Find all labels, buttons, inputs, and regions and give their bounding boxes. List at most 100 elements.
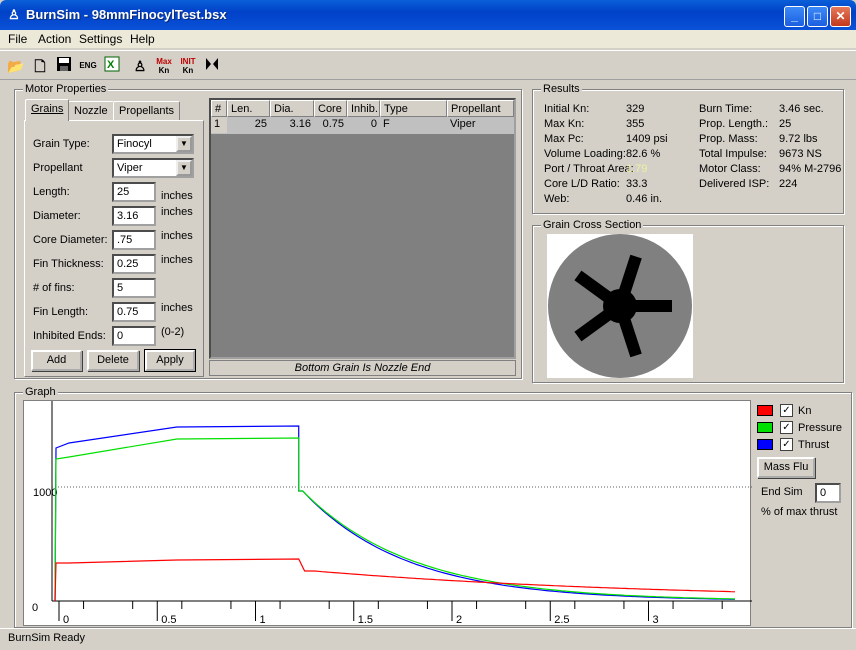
grain-type-select[interactable]: Finocyl ▼ bbox=[112, 134, 194, 154]
menu-file[interactable]: File bbox=[8, 32, 27, 46]
fins-label: # of fins: bbox=[33, 282, 75, 294]
apply-button[interactable]: Apply bbox=[144, 349, 196, 372]
y-tick-label: 0 bbox=[32, 602, 38, 614]
result-value: 9673 NS bbox=[779, 148, 822, 160]
result-label: Port / Throat Area: bbox=[544, 163, 634, 175]
menu-bar: File Action Settings Help bbox=[0, 30, 856, 48]
pressure-checkbox[interactable]: ✓ bbox=[780, 421, 793, 434]
menu-settings[interactable]: Settings bbox=[79, 32, 122, 46]
graph-svg: 1000 0 0 0.5 1 1.5 2 2.5 3 bbox=[32, 401, 752, 626]
col-header-len[interactable]: Len. bbox=[227, 100, 270, 117]
grain-type-value: Finocyl bbox=[117, 138, 152, 150]
x-tick-label: 1 bbox=[260, 614, 266, 626]
mass-flux-button[interactable]: Mass Flu bbox=[757, 457, 815, 478]
init-kn-button[interactable]: INIT Kn bbox=[178, 56, 198, 76]
nozzle-icon[interactable] bbox=[202, 56, 222, 76]
result-label: Max Kn: bbox=[544, 118, 585, 130]
propellant-select[interactable]: Viper ▼ bbox=[112, 158, 194, 178]
col-header-propellant[interactable]: Propellant bbox=[447, 100, 514, 117]
result-label: Max Pc: bbox=[544, 133, 584, 145]
fin-thickness-input[interactable]: 0.25 bbox=[112, 254, 156, 274]
fin-thickness-label: Fin Thickness: bbox=[33, 258, 104, 270]
table-row[interactable]: 1 25 3.16 0.75 0 F Viper bbox=[211, 117, 514, 134]
max-kn-button[interactable]: Max Kn bbox=[154, 56, 174, 76]
maximize-button[interactable]: □ bbox=[807, 6, 828, 27]
x-tick-label: 0 bbox=[63, 614, 69, 626]
inhibited-ends-input[interactable]: 0 bbox=[112, 326, 156, 346]
end-sim-input[interactable]: 0 bbox=[815, 483, 841, 503]
add-button[interactable]: Add bbox=[31, 350, 82, 371]
close-button[interactable]: ✕ bbox=[830, 6, 851, 27]
grain-type-label: Grain Type: bbox=[33, 138, 90, 150]
col-header-inhib[interactable]: Inhib. bbox=[347, 100, 380, 117]
result-value: 224 bbox=[779, 178, 798, 190]
col-header-core[interactable]: Core bbox=[314, 100, 347, 117]
status-bar: BurnSim Ready bbox=[0, 628, 856, 650]
toolbar: 📂 🗋 ENG X ♙ Max Kn INIT Kn bbox=[0, 50, 856, 80]
result-value: 82.6 % bbox=[626, 148, 661, 160]
svg-text:X: X bbox=[107, 59, 115, 71]
table-footer-note: Bottom Grain Is Nozzle End bbox=[209, 360, 516, 376]
end-sim-label: End Sim bbox=[761, 486, 803, 498]
result-value: 1409 psi bbox=[626, 133, 668, 145]
menu-action[interactable]: Action bbox=[38, 32, 71, 46]
result-value: 94% M-2796 bbox=[779, 163, 842, 175]
fin-length-input[interactable]: 0.75 bbox=[112, 302, 156, 322]
core-diameter-label: Core Diameter: bbox=[33, 234, 108, 246]
fins-input[interactable]: 5 bbox=[112, 278, 156, 298]
tab-grains[interactable]: Grains bbox=[25, 99, 70, 121]
new-file-icon[interactable]: 🗋 bbox=[30, 56, 50, 76]
result-value: 355 bbox=[626, 118, 645, 130]
kn-color-swatch bbox=[757, 405, 773, 416]
thrust-checkbox[interactable]: ✓ bbox=[780, 438, 793, 451]
max-kn-top: Max bbox=[156, 57, 172, 66]
status-text: BurnSim Ready bbox=[8, 632, 86, 644]
diameter-input[interactable]: 3.16 bbox=[112, 206, 156, 226]
eng-button[interactable]: ENG bbox=[78, 56, 98, 76]
col-header-type[interactable]: Type bbox=[380, 100, 447, 117]
window-title: BurnSim - 98mmFinocylTest.bsx bbox=[26, 7, 227, 22]
result-label: Core L/D Ratio: bbox=[544, 178, 620, 190]
cross-section-svg bbox=[548, 234, 692, 378]
x-tick-label: 3 bbox=[653, 614, 659, 626]
diameter-label: Diameter: bbox=[33, 210, 81, 222]
motor-icon[interactable]: ♙ bbox=[130, 56, 150, 76]
propellant-value: Viper bbox=[117, 162, 143, 174]
propellant-label: Propellant bbox=[33, 162, 83, 174]
open-folder-icon[interactable]: 📂 bbox=[6, 56, 26, 76]
col-header-num[interactable]: # bbox=[211, 100, 227, 117]
cell-inhib: 0 bbox=[370, 118, 377, 130]
result-label: Burn Time: bbox=[699, 103, 753, 115]
core-diameter-unit: inches bbox=[161, 230, 193, 242]
cell-len: 25 bbox=[254, 118, 267, 130]
tab-nozzle[interactable]: Nozzle bbox=[68, 101, 114, 121]
result-value: 329 bbox=[626, 103, 645, 115]
init-kn-bottom: Kn bbox=[182, 66, 194, 75]
save-icon[interactable] bbox=[54, 56, 74, 76]
length-input[interactable]: 25 bbox=[112, 182, 156, 202]
cell-propellant: Viper bbox=[450, 118, 476, 130]
kn-series bbox=[54, 558, 736, 602]
chevron-down-icon[interactable]: ▼ bbox=[176, 136, 192, 152]
kn-checkbox[interactable]: ✓ bbox=[780, 404, 793, 417]
result-label: Web: bbox=[544, 193, 570, 205]
x-tick-label: 1.5 bbox=[358, 614, 373, 626]
tab-propellants[interactable]: Propellants bbox=[113, 101, 181, 121]
minimize-button[interactable]: _ bbox=[784, 6, 805, 27]
grain-table: # Len. Dia. Core Inhib. Type Propellant … bbox=[209, 98, 516, 359]
result-label: Initial Kn: bbox=[544, 103, 590, 115]
chevron-down-icon[interactable]: ▼ bbox=[176, 160, 192, 176]
col-header-dia[interactable]: Dia. bbox=[270, 100, 314, 117]
excel-icon[interactable]: X bbox=[102, 56, 122, 76]
pressure-legend-label: Pressure bbox=[798, 422, 843, 434]
result-value: 25 bbox=[779, 118, 792, 130]
diameter-unit: inches bbox=[161, 206, 193, 218]
fin-thickness-unit: inches bbox=[161, 254, 193, 266]
results-label: Results bbox=[541, 83, 582, 95]
menu-help[interactable]: Help bbox=[130, 32, 155, 46]
delete-button[interactable]: Delete bbox=[87, 350, 139, 371]
result-label: Prop. Length.: bbox=[699, 118, 769, 130]
core-diameter-input[interactable]: .75 bbox=[112, 230, 156, 250]
tab-propellants-label: Propellants bbox=[119, 105, 175, 117]
tab-nozzle-label: Nozzle bbox=[74, 105, 108, 117]
